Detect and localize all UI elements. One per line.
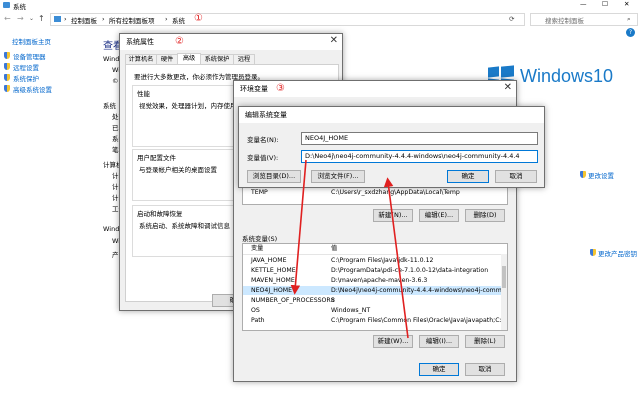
annotation-arrows [290,159,409,339]
annotation-arrow-icon [383,177,409,339]
annotation-arrow-icon [290,159,307,295]
